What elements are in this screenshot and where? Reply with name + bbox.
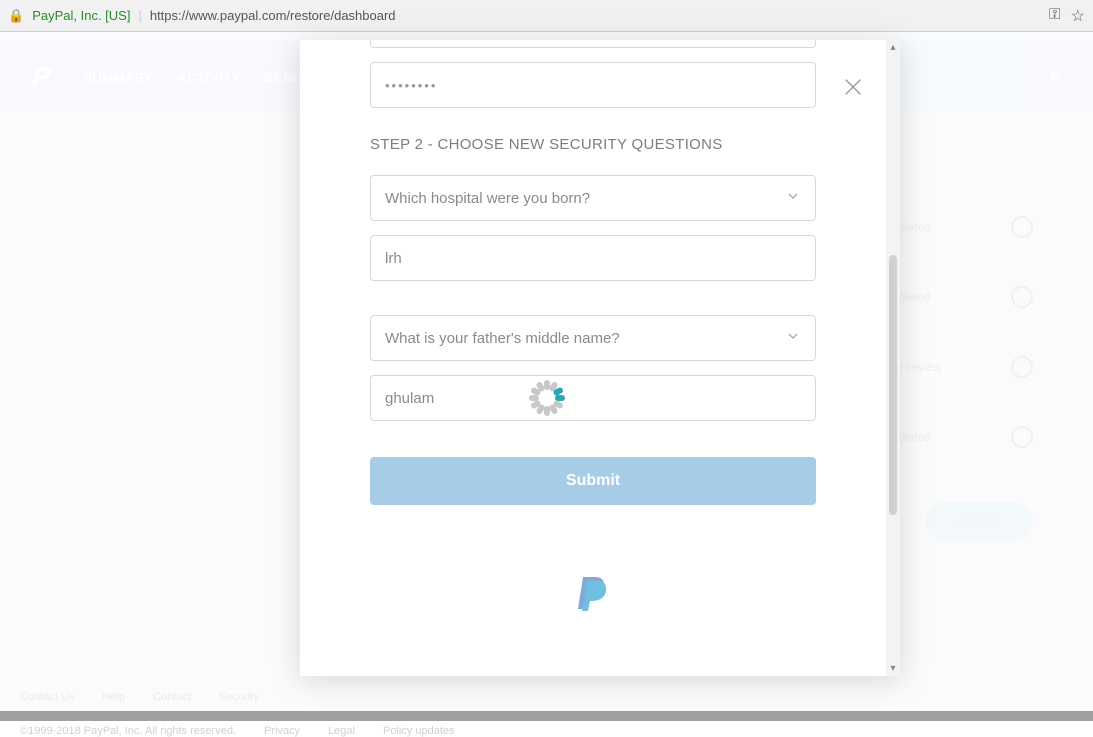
- submit-button[interactable]: Submit: [370, 457, 816, 505]
- chevron-down-icon: [785, 328, 801, 348]
- security-question-1-select[interactable]: Which hospital were you born?: [370, 175, 816, 221]
- close-button[interactable]: [842, 76, 864, 103]
- chevron-down-icon: [785, 188, 801, 208]
- loading-spinner-icon: [529, 380, 565, 416]
- bookmark-star-icon[interactable]: ☆: [1071, 6, 1085, 26]
- browser-address-bar: 🔒 PayPal, Inc. [US] | https://www.paypal…: [0, 0, 1093, 32]
- answer-value: lrh: [385, 250, 402, 267]
- footer-link[interactable]: Policy updates: [383, 725, 455, 737]
- security-questions-modal: •••••••• STEP 2 - CHOOSE NEW SECURITY QU…: [300, 40, 900, 676]
- paypal-logo-icon: [577, 575, 609, 616]
- key-icon[interactable]: ⚿: [1049, 6, 1060, 26]
- lock-icon: 🔒: [8, 8, 24, 24]
- separator: |: [138, 8, 141, 23]
- prev-field-bottom: [370, 40, 816, 48]
- scrollbar-thumb[interactable]: [889, 255, 897, 515]
- select-value: What is your father's middle name?: [385, 330, 620, 347]
- scroll-up-arrow-icon[interactable]: ▴: [886, 40, 900, 55]
- password-field[interactable]: ••••••••: [370, 62, 816, 108]
- select-value: Which hospital were you born?: [385, 190, 590, 207]
- url-text[interactable]: https://www.paypal.com/restore/dashboard: [150, 8, 1041, 23]
- ev-identity: PayPal, Inc. [US]: [32, 8, 130, 23]
- security-answer-2-input[interactable]: ghulam: [370, 375, 816, 421]
- step-2-heading: STEP 2 - CHOOSE NEW SECURITY QUESTIONS: [370, 136, 816, 153]
- footer-copyright: ©1999-2018 PayPal, Inc. All rights reser…: [20, 725, 236, 737]
- modal-scrollbar[interactable]: ▴ ▾: [886, 40, 900, 676]
- security-answer-1-input[interactable]: lrh: [370, 235, 816, 281]
- password-value: ••••••••: [385, 78, 437, 93]
- footer-link[interactable]: Legal: [328, 725, 355, 737]
- security-question-2-select[interactable]: What is your father's middle name?: [370, 315, 816, 361]
- answer-value: ghulam: [385, 390, 434, 407]
- scroll-down-arrow-icon[interactable]: ▾: [886, 661, 900, 676]
- footer-link[interactable]: Privacy: [264, 725, 300, 737]
